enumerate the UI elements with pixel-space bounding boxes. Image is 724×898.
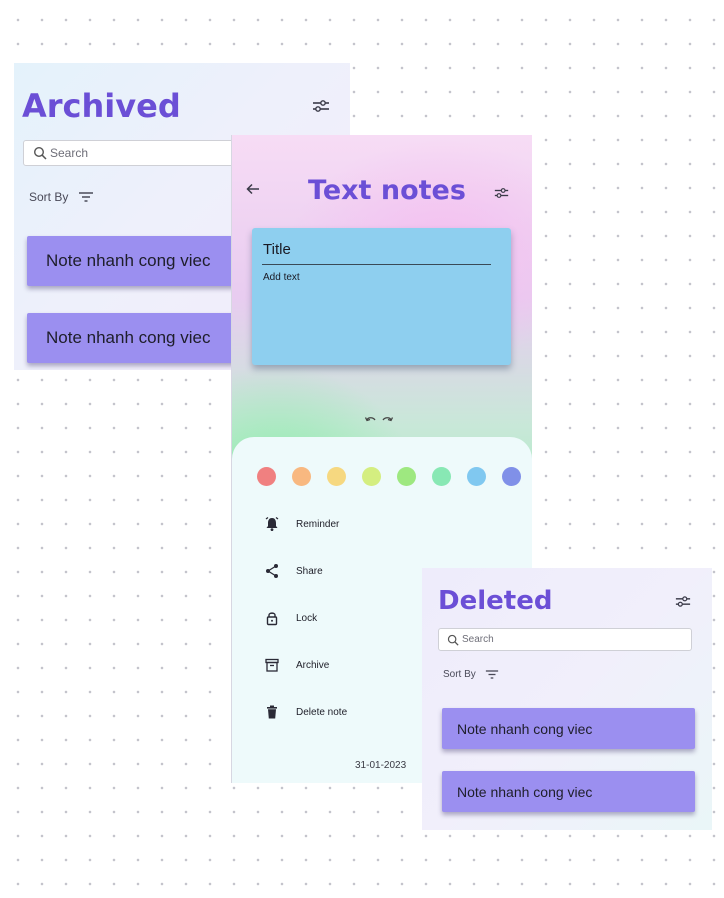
menu-item-share[interactable]: Share (263, 562, 323, 580)
color-swatch[interactable] (327, 467, 346, 486)
note-editor-card[interactable]: Title Add text (252, 228, 511, 365)
search-placeholder: Search (50, 146, 89, 160)
menu-item-label: Share (296, 565, 323, 577)
note-date: 31-01-2023 (355, 760, 407, 771)
undo-redo-controls (364, 415, 394, 424)
color-palette (257, 467, 521, 486)
filter-settings-icon[interactable] (494, 187, 509, 199)
note-title: Note nhanh cong viec (457, 720, 593, 737)
page-title: Text notes (308, 175, 466, 206)
menu-item-label: Delete note (296, 706, 348, 718)
note-title: Note nhanh cong viec (46, 251, 211, 270)
sort-control[interactable]: Sort By (29, 190, 94, 204)
undo-icon[interactable] (364, 415, 376, 424)
redo-icon[interactable] (382, 415, 394, 424)
note-title-input[interactable]: Title (263, 241, 291, 258)
color-swatch[interactable] (292, 467, 311, 486)
search-icon (33, 146, 47, 160)
page-title: Deleted (438, 586, 553, 616)
reminder-icon (265, 516, 279, 531)
delete-icon (267, 705, 277, 719)
page-title: Archived (22, 87, 181, 125)
sort-icon (485, 670, 498, 679)
search-icon (447, 634, 459, 646)
search-placeholder: Search (462, 634, 494, 645)
menu-item-reminder[interactable]: Reminder (263, 515, 339, 533)
note-card[interactable]: Note nhanh cong viec (442, 708, 695, 749)
note-card[interactable]: Note nhanh cong viec (442, 771, 695, 812)
archive-icon (265, 658, 279, 672)
search-input[interactable]: Search (438, 628, 692, 651)
filter-settings-icon[interactable] (675, 595, 691, 608)
note-body-input[interactable]: Add text (263, 272, 300, 283)
search-input[interactable]: Search (23, 140, 263, 166)
sort-control[interactable]: Sort By (443, 669, 499, 680)
back-arrow-icon[interactable] (246, 183, 260, 195)
share-icon (266, 564, 278, 578)
note-title: Note nhanh cong viec (46, 328, 211, 347)
sort-icon (79, 192, 94, 202)
note-title: Note nhanh cong viec (457, 783, 593, 800)
menu-item-archive[interactable]: Archive (263, 656, 329, 674)
color-swatch[interactable] (362, 467, 381, 486)
color-swatch[interactable] (502, 467, 521, 486)
menu-item-lock[interactable]: Lock (263, 609, 317, 627)
deleted-screen: Deleted Search Sort By Note nhanh cong v… (422, 568, 712, 830)
color-swatch[interactable] (397, 467, 416, 486)
lock-icon (266, 612, 278, 626)
sort-label: Sort By (29, 190, 69, 204)
menu-item-label: Reminder (296, 518, 340, 530)
color-swatch[interactable] (257, 467, 276, 486)
filter-settings-icon[interactable] (312, 99, 330, 113)
menu-item-label: Archive (296, 659, 330, 671)
color-swatch[interactable] (467, 467, 486, 486)
menu-item-delete[interactable]: Delete note (263, 703, 347, 721)
color-swatch[interactable] (432, 467, 451, 486)
menu-item-label: Lock (296, 612, 318, 624)
sort-label: Sort By (443, 669, 476, 680)
title-divider (262, 264, 491, 265)
